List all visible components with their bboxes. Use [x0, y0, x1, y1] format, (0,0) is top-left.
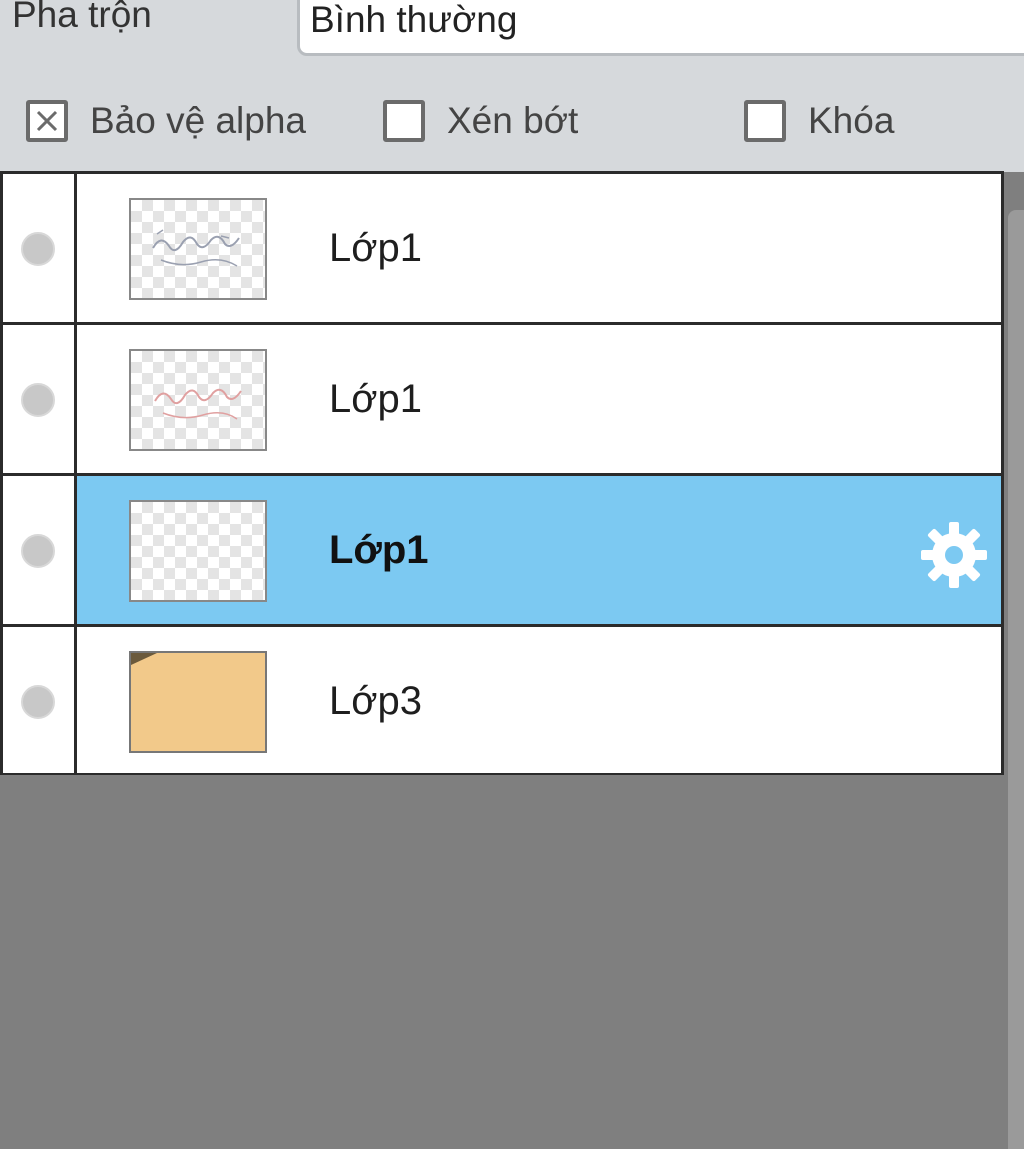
visibility-toggle[interactable]	[3, 627, 77, 773]
layer-row[interactable]: Lớp3	[3, 627, 1001, 773]
layer-thumbnail	[129, 651, 267, 753]
paper-corner-icon	[131, 653, 157, 665]
layer-thumbnail	[129, 349, 267, 451]
layer-content: Lớp3	[77, 627, 1001, 773]
visibility-dot-icon	[21, 534, 55, 568]
lock-option[interactable]: Khóa	[744, 94, 894, 148]
layer-content: Lớp1	[77, 476, 1001, 624]
checkbox-x-icon	[36, 110, 58, 132]
layer-list: Lớp1 Lớp1 Lớp1 Lớp3	[0, 171, 1004, 775]
layer-row[interactable]: Lớp1	[3, 325, 1001, 476]
visibility-toggle[interactable]	[3, 174, 77, 322]
sketch-thumbnail-icon	[152, 229, 240, 267]
visibility-dot-icon	[21, 383, 55, 417]
lock-checkbox[interactable]	[744, 100, 786, 142]
layer-name: Lớp1	[329, 377, 422, 421]
blend-mode-label: Pha trộn	[12, 0, 152, 35]
layer-name: Lớp1	[329, 226, 422, 270]
protect-alpha-option[interactable]: Bảo vệ alpha	[26, 94, 306, 148]
lock-label: Khóa	[808, 100, 895, 141]
clipping-label: Xén bớt	[447, 100, 579, 141]
layer-name: Lớp3	[329, 679, 422, 723]
layer-name: Lớp1	[329, 528, 429, 572]
red-sketch-thumbnail-icon	[154, 388, 242, 420]
layer-content: Lớp1	[77, 174, 1001, 322]
visibility-dot-icon	[21, 232, 55, 266]
clipping-option[interactable]: Xén bớt	[383, 94, 578, 148]
protect-alpha-checkbox[interactable]	[26, 100, 68, 142]
visibility-dot-icon	[21, 685, 55, 719]
layer-properties-bar: Pha trộn Bình thường Bảo vệ alpha Xén bớ…	[0, 0, 1024, 172]
layer-list-scrollbar[interactable]	[1008, 210, 1024, 1149]
layer-thumbnail	[129, 198, 267, 300]
blend-mode-value: Bình thường	[310, 0, 518, 40]
visibility-toggle[interactable]	[3, 325, 77, 473]
blend-mode-select[interactable]: Bình thường	[297, 0, 1024, 56]
visibility-toggle[interactable]	[3, 476, 77, 624]
clipping-checkbox[interactable]	[383, 100, 425, 142]
gear-icon[interactable]	[919, 520, 989, 590]
protect-alpha-label: Bảo vệ alpha	[90, 100, 307, 141]
layers-panel: Pha trộn Bình thường Bảo vệ alpha Xén bớ…	[0, 0, 1024, 1149]
layer-row[interactable]: Lớp1	[3, 174, 1001, 325]
layer-content: Lớp1	[77, 325, 1001, 473]
layer-thumbnail	[129, 500, 267, 602]
layer-row-selected[interactable]: Lớp1	[3, 476, 1001, 627]
